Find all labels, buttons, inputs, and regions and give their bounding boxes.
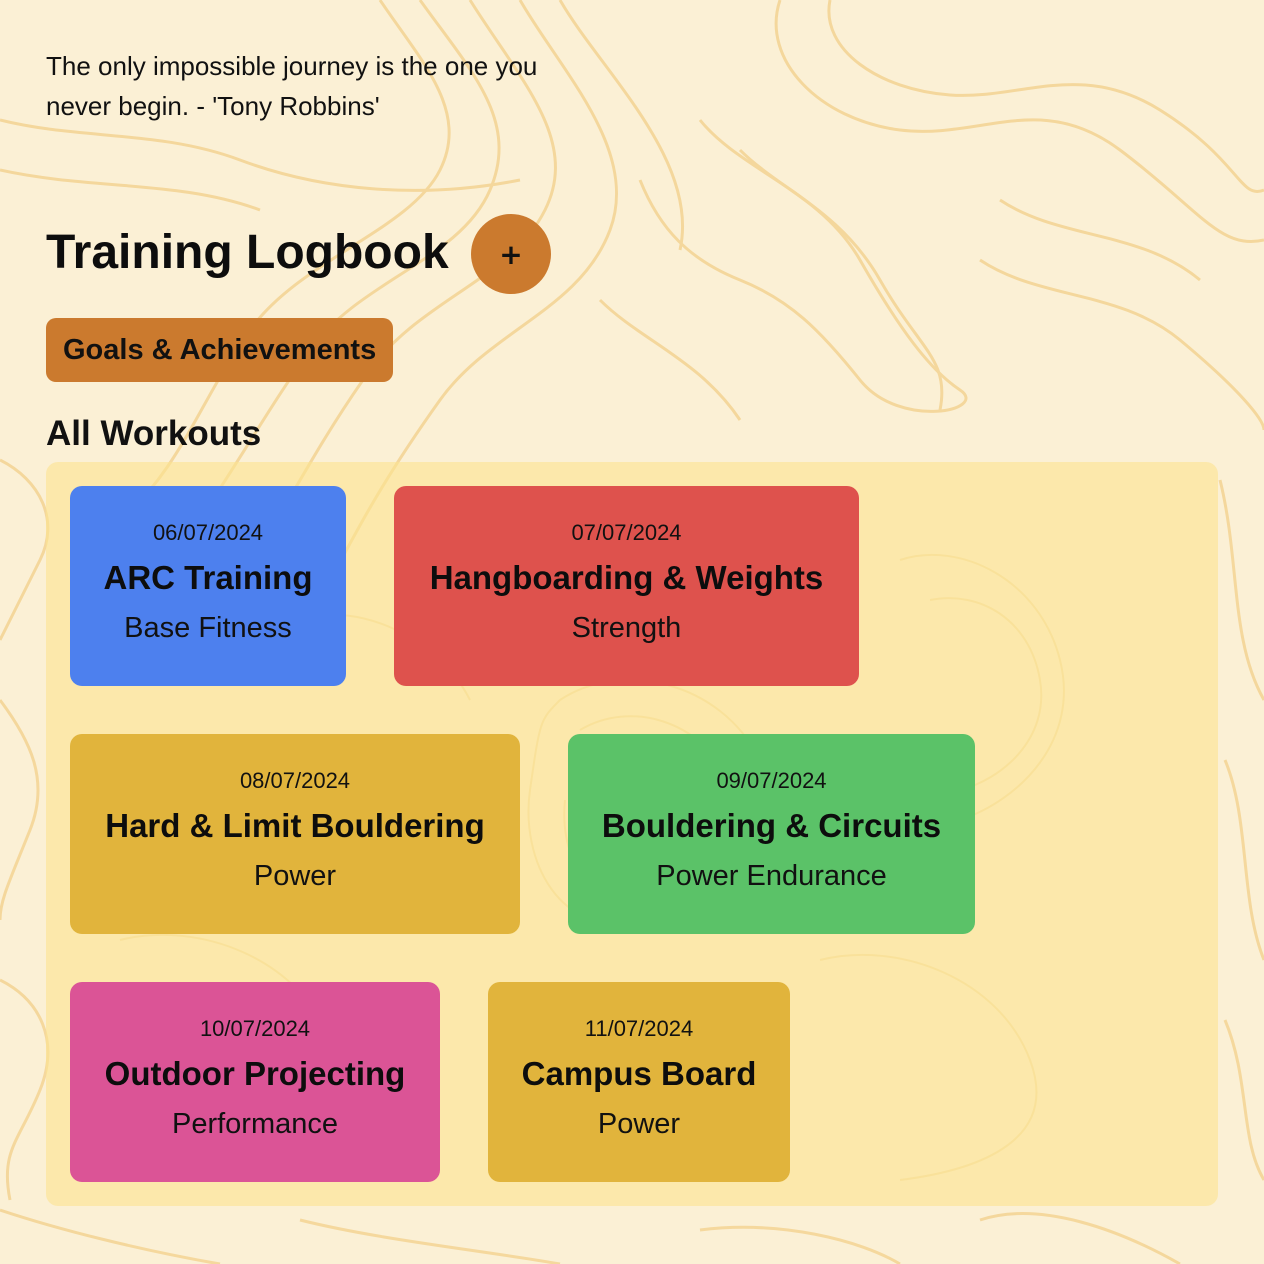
workout-card[interactable]: 10/07/2024 Outdoor Projecting Performanc… <box>70 982 440 1182</box>
workout-card[interactable]: 08/07/2024 Hard & Limit Bouldering Power <box>70 734 520 934</box>
workout-card[interactable]: 09/07/2024 Bouldering & Circuits Power E… <box>568 734 975 934</box>
workout-title: Hard & Limit Bouldering <box>105 807 485 844</box>
workout-title: ARC Training <box>103 559 313 596</box>
workout-date: 10/07/2024 <box>199 1016 311 1041</box>
workout-title: Bouldering & Circuits <box>601 807 942 844</box>
workout-category: Base Fitness <box>124 612 292 644</box>
all-workouts-heading: All Workouts <box>46 414 262 453</box>
workout-category: Performance <box>171 1108 338 1140</box>
workout-category: Power Endurance <box>656 860 887 892</box>
workout-title: Campus Board <box>521 1055 757 1092</box>
workout-title: Outdoor Projecting <box>104 1055 406 1092</box>
workout-category: Strength <box>571 612 682 644</box>
goals-achievements-button[interactable]: Goals & Achievements <box>46 318 394 382</box>
workout-card[interactable]: 11/07/2024 Campus Board Power <box>488 982 790 1182</box>
workout-date: 06/07/2024 <box>152 520 264 545</box>
workout-date: 07/07/2024 <box>571 520 682 545</box>
workout-title: Hangboarding & Weights <box>429 559 824 596</box>
workout-date: 09/07/2024 <box>716 768 827 793</box>
add-workout-button[interactable]: + <box>471 214 551 294</box>
workout-card[interactable]: 06/07/2024 ARC Training Base Fitness <box>70 486 346 686</box>
motivational-quote: The only impossible journey is the one y… <box>46 51 538 121</box>
workout-category: Power <box>253 860 337 892</box>
workout-category: Power <box>597 1108 681 1140</box>
page-content: The only impossible journey is the one y… <box>0 0 1264 1264</box>
workout-card[interactable]: 07/07/2024 Hangboarding & Weights Streng… <box>394 486 859 686</box>
workout-date: 08/07/2024 <box>239 768 351 793</box>
workouts-panel: 06/07/2024 ARC Training Base Fitness 07/… <box>46 462 1218 1206</box>
workout-date: 11/07/2024 <box>584 1016 694 1041</box>
page-title: Training Logbook <box>46 226 449 279</box>
